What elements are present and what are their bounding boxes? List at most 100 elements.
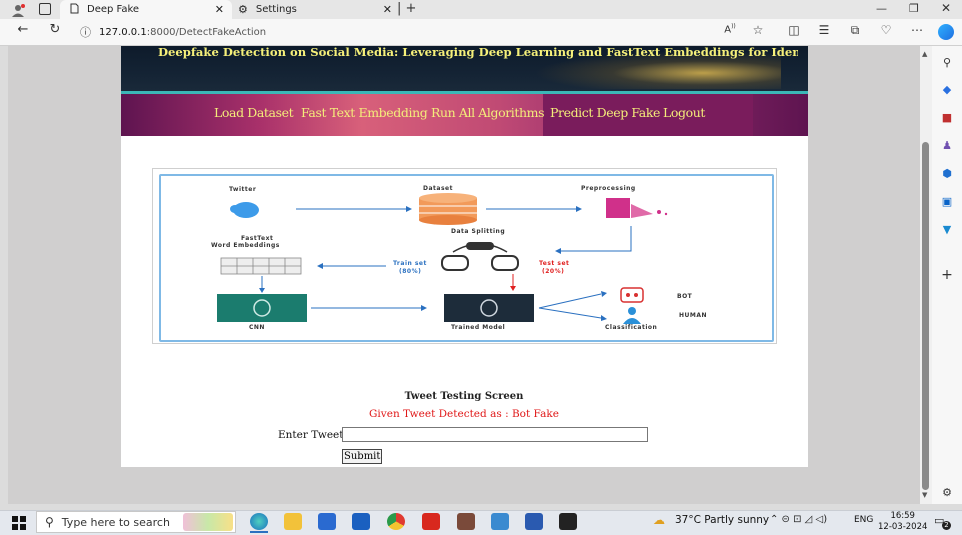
notification-badge: 2 (942, 521, 951, 530)
split-screen-icon[interactable]: ◫ (785, 23, 803, 37)
cnn-icon (217, 294, 307, 322)
acrobat-icon[interactable] (422, 513, 440, 530)
drop-icon[interactable]: ▼ (938, 223, 956, 237)
diagram-label-bot: BOT (677, 293, 693, 300)
extensions-icon[interactable]: ♡ (877, 23, 895, 37)
file-explorer-icon[interactable] (284, 513, 302, 530)
url-field[interactable]: ⓘ 127.0.0.1:8000/DetectFakeAction (80, 22, 636, 42)
submit-button[interactable]: Submit (342, 449, 383, 464)
favorites-icon[interactable]: ☰ (815, 23, 833, 37)
restore-button[interactable]: ❐ (909, 2, 919, 15)
menu-predict-deep-fake[interactable]: Predict Deep Fake (550, 105, 660, 120)
diagram-label-test-set: Test set (539, 260, 570, 267)
search-icon[interactable]: ⚲ (938, 56, 956, 70)
back-arrow-icon[interactable]: ← (14, 22, 32, 37)
store-icon[interactable] (318, 513, 336, 530)
weather-icon[interactable]: ☁ (653, 513, 669, 527)
fasttext-grid-icon (220, 257, 302, 275)
search-icon: ⚲ (45, 515, 54, 529)
tweet-input[interactable] (342, 427, 648, 442)
sidebar-settings-icon[interactable]: ⚙ (938, 486, 956, 500)
taskbar-search[interactable]: ⚲ Type here to search (36, 511, 236, 533)
site-title: Deepfake Detection on Social Media: Leve… (158, 46, 798, 59)
menu-logout[interactable]: Logout (663, 105, 705, 120)
gear-icon: ⚙ (238, 3, 248, 16)
tab-deep-fake[interactable]: Deep Fake ✕ (60, 0, 232, 19)
close-tab-icon[interactable]: ✕ (383, 3, 392, 16)
outlook-icon[interactable]: ▣ (938, 195, 956, 209)
diagram-label-classification: Classification (605, 324, 658, 331)
tab-title: Deep Fake (87, 4, 140, 15)
tab-actions-icon[interactable] (39, 3, 51, 15)
tweet-label: Enter Tweets (278, 429, 349, 441)
human-icon (623, 307, 641, 324)
refresh-icon[interactable]: ↻ (46, 22, 64, 37)
read-aloud-icon[interactable]: A)) (721, 23, 739, 35)
preprocessing-icon (606, 198, 668, 218)
data-splitting-icon (441, 242, 519, 271)
diagram-label-word-embeddings: Word Embeddings (211, 242, 280, 249)
edge-app-icon[interactable] (250, 513, 268, 530)
screen-title: Tweet Testing Screen (404, 391, 524, 402)
diagram-label-preprocessing: Preprocessing (581, 185, 636, 192)
chrome-icon[interactable] (387, 513, 405, 530)
language-indicator[interactable]: ENG (854, 515, 873, 525)
system-tray-icons[interactable]: ⌃ ⊝ ⊡ ◿ ◁) (770, 514, 827, 525)
games-icon[interactable]: ♟ (938, 139, 956, 153)
flowers-search-highlight-icon (183, 513, 233, 531)
clock-time: 16:59 (890, 511, 915, 521)
app-icon[interactable] (457, 513, 475, 530)
url-host: 127.0.0.1 (99, 26, 147, 38)
page-viewport: Deepfake Detection on Social Media: Leve… (8, 46, 920, 504)
menu-load-dataset[interactable]: Load Dataset (214, 105, 294, 120)
search-placeholder: Type here to search (61, 515, 170, 529)
windows-start-icon[interactable] (12, 515, 26, 530)
twitter-icon (230, 202, 259, 218)
clock[interactable]: 16:59 12-03-2024 (878, 511, 927, 533)
tools-icon[interactable]: ■ (938, 111, 956, 125)
diagram-label-human: HUMAN (679, 312, 708, 319)
new-tab-button[interactable]: | + (397, 1, 416, 16)
python-file-icon[interactable] (491, 513, 509, 530)
word-icon[interactable] (525, 513, 543, 530)
page-icon (70, 3, 79, 17)
terminal-icon[interactable] (559, 513, 577, 530)
add-sidebar-icon[interactable]: + (938, 268, 956, 282)
dataset-icon (419, 193, 477, 225)
main-menu: Load Dataset Fast Text Embedding Run All… (121, 94, 808, 136)
microsoft-365-icon[interactable]: ⬢ (938, 167, 956, 181)
close-window-button[interactable]: ✕ (941, 1, 951, 15)
shopping-tag-icon[interactable]: ◆ (938, 83, 956, 97)
url-path: :8000/DetectFakeAction (146, 26, 267, 38)
diagram-label-data-splitting: Data Splitting (451, 228, 506, 235)
scroll-up-arrow-icon[interactable]: ▲ (922, 50, 927, 58)
diagram-label-cnn: CNN (249, 324, 265, 331)
diagram-label-train-pct: (80%) (399, 268, 422, 275)
tab-settings[interactable]: ⚙ Settings ✕ (232, 0, 400, 19)
minimize-button[interactable]: — (876, 2, 887, 15)
favorite-star-icon[interactable]: ☆ (749, 23, 767, 37)
diagram-label-train-set: Train set (393, 260, 427, 267)
clock-date: 12-03-2024 (878, 522, 928, 532)
prediction-result: Given Tweet Detected as : Bot Fake (369, 408, 559, 420)
mail-icon[interactable] (352, 513, 370, 530)
copilot-icon[interactable] (938, 24, 954, 40)
diagram-label-fasttext: FastText (241, 235, 274, 242)
bot-icon (620, 287, 644, 303)
weather-text[interactable]: 37°C Partly sunny (675, 514, 769, 526)
collections-icon[interactable]: ⧉ (846, 23, 864, 38)
profile-icon[interactable] (10, 2, 26, 17)
close-tab-icon[interactable]: ✕ (215, 3, 224, 16)
menu-run-algorithms[interactable]: Run All Algorithms (431, 105, 545, 120)
scroll-thumb[interactable] (922, 142, 929, 490)
menu-fasttext-embedding[interactable]: Fast Text Embedding (301, 105, 428, 120)
diagram-label-dataset: Dataset (423, 185, 453, 192)
scroll-down-arrow-icon[interactable]: ▼ (922, 491, 927, 499)
trained-model-icon (444, 294, 534, 322)
architecture-diagram: Twitter Dataset Preprocessing FastText W… (152, 168, 777, 344)
active-app-indicator (250, 531, 268, 533)
more-options-icon[interactable]: ⋯ (908, 23, 926, 37)
diagram-label-trained-model: Trained Model (451, 324, 506, 331)
diagram-label-twitter: Twitter (229, 186, 257, 193)
info-icon[interactable]: ⓘ (80, 24, 91, 40)
